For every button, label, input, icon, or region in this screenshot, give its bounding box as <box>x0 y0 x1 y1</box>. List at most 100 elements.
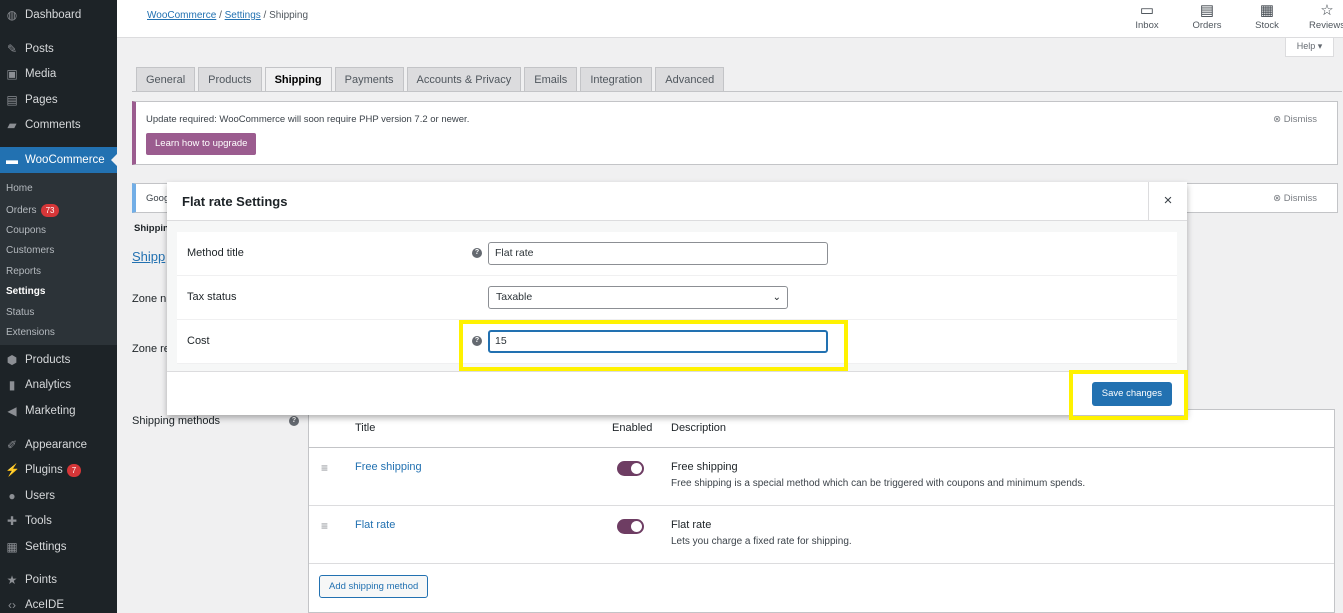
megaphone-icon: ◀ <box>7 404 17 418</box>
star-icon: ★ <box>6 573 18 587</box>
chevron-down-icon: ⌄ <box>772 292 781 303</box>
tax-status-row: Tax status Taxable ⌄ <box>177 276 1177 320</box>
settings-tabs: General Products Shipping Payments Accou… <box>136 67 727 92</box>
method-title-row: Method title ? Flat rate <box>177 232 1177 276</box>
cost-highlight-box <box>459 320 848 371</box>
zone-name-label: Zone n <box>132 293 167 305</box>
shipping-zones-link[interactable]: Shipp <box>132 249 165 264</box>
sidebar-item-appearance[interactable]: ✐ Appearance <box>0 433 117 457</box>
tab-integration[interactable]: Integration <box>580 67 653 92</box>
sidebar-item-dashboard[interactable]: ◍ Dashboard <box>0 3 117 27</box>
breadcrumb-woocommerce[interactable]: WooCommerce <box>147 10 216 21</box>
tab-shipping[interactable]: Shipping <box>264 67 332 92</box>
tab-products[interactable]: Products <box>198 67 262 92</box>
sidebar-item-settings[interactable]: ▦ Settings <box>0 535 117 559</box>
admin-sidebar: ◍ Dashboard ✎ Posts ▣ Media ▤ Pages ▰ Comment… <box>0 0 118 613</box>
help-tip-icon[interactable]: ? <box>289 416 299 426</box>
sidebar-item-aceide[interactable]: ‹› AceIDE <box>0 593 117 613</box>
dashboard-icon: ◍ <box>6 8 18 22</box>
plugin-icon: ⚡ <box>5 463 20 477</box>
dismiss-notice-button[interactable]: ⊗ Dismiss <box>1273 114 1317 125</box>
cost-label: Cost <box>187 335 210 347</box>
code-icon: ‹› <box>8 598 16 612</box>
sidebar-item-tools[interactable]: ✚ Tools <box>0 509 117 533</box>
column-enabled: Enabled <box>612 422 653 434</box>
dismiss-icon: ⊗ <box>1273 193 1284 204</box>
inbox-icon: ▭ <box>1139 2 1155 19</box>
add-shipping-method-button[interactable]: Add shipping method <box>319 575 429 598</box>
inbox-button[interactable]: ▭ Inbox <box>1117 2 1177 31</box>
sidebar-sub-extensions[interactable]: Extensions <box>6 327 55 338</box>
orders-count-badge: 73 <box>40 204 60 217</box>
comment-icon: ▰ <box>7 118 17 132</box>
help-tab[interactable]: Help ▾ <box>1285 38 1334 57</box>
sidebar-submenu-bg <box>0 173 117 345</box>
sidebar-item-products[interactable]: ⬢ Products <box>0 348 117 372</box>
shipping-methods-table: Title Enabled Description ≡ Free shippin… <box>308 409 1335 613</box>
method-link-free-shipping[interactable]: Free shipping <box>355 461 422 473</box>
stock-button[interactable]: ▦ Stock <box>1237 2 1297 31</box>
sidebar-sub-coupons[interactable]: Coupons <box>6 225 46 236</box>
sidebar-item-analytics[interactable]: ▮ Analytics <box>0 373 117 397</box>
orders-button[interactable]: ▤ Orders <box>1177 2 1237 31</box>
media-icon: ▣ <box>6 67 18 81</box>
wrench-icon: ✚ <box>6 514 18 528</box>
tax-status-select[interactable]: Taxable ⌄ <box>488 286 788 309</box>
user-icon: ● <box>8 489 16 503</box>
sidebar-sub-home[interactable]: Home <box>6 183 33 194</box>
tab-general[interactable]: General <box>136 67 196 92</box>
sidebar-sub-settings[interactable]: Settings <box>6 286 45 297</box>
tab-emails[interactable]: Emails <box>524 67 578 92</box>
analytics-icon: ▮ <box>8 378 16 392</box>
help-tip-icon[interactable]: ? <box>472 248 482 258</box>
sidebar-item-comments[interactable]: ▰ Comments <box>0 113 117 137</box>
sidebar-item-pages[interactable]: ▤ Pages <box>0 88 117 112</box>
save-highlight-box <box>1069 370 1188 420</box>
plugins-count-badge: 7 <box>66 463 82 477</box>
sidebar-sub-orders[interactable]: Orders 73 <box>6 204 60 217</box>
sidebar-item-users[interactable]: ● Users <box>0 484 117 508</box>
sidebar-sub-reports[interactable]: Reports <box>6 266 41 277</box>
enabled-toggle[interactable] <box>617 461 644 476</box>
enabled-toggle[interactable] <box>617 519 644 534</box>
breadcrumb-settings[interactable]: Settings <box>225 10 261 21</box>
method-link-flat-rate[interactable]: Flat rate <box>355 519 395 531</box>
drag-handle-icon[interactable]: ≡ <box>321 519 328 533</box>
sidebar-item-woocommerce[interactable]: ▬ WooCommerce <box>0 148 117 172</box>
brush-icon: ✐ <box>6 438 18 452</box>
modal-header: Flat rate Settings × <box>167 182 1187 221</box>
woo-icon: ▬ <box>6 153 18 167</box>
learn-upgrade-button[interactable]: Learn how to upgrade <box>146 133 257 155</box>
pages-icon: ▤ <box>6 93 18 107</box>
drag-handle-icon[interactable]: ≡ <box>321 461 328 475</box>
tabs-divider <box>132 91 1342 92</box>
close-button[interactable]: × <box>1148 182 1187 221</box>
dismiss-icon: ⊗ <box>1273 114 1284 125</box>
modal-footer: Save changes <box>167 371 1187 415</box>
stock-icon: ▦ <box>1259 2 1275 19</box>
tab-advanced[interactable]: Advanced <box>655 67 725 92</box>
flat-rate-settings-modal: Flat rate Settings × Method title ? Flat… <box>167 182 1187 415</box>
sidebar-item-posts[interactable]: ✎ Posts <box>0 37 117 61</box>
sidebar-item-plugins[interactable]: ⚡ Plugins 7 <box>0 458 117 482</box>
sidebar-sub-status[interactable]: Status <box>6 307 34 318</box>
sidebar-item-media[interactable]: ▣ Media <box>0 62 117 86</box>
tab-accounts-privacy[interactable]: Accounts & Privacy <box>406 67 522 92</box>
tab-payments[interactable]: Payments <box>334 67 404 92</box>
sidebar-item-marketing[interactable]: ◀ Marketing <box>0 399 117 423</box>
column-title: Title <box>355 422 376 434</box>
pin-icon: ✎ <box>6 42 18 56</box>
reviews-button[interactable]: ☆ Reviews <box>1297 2 1343 31</box>
dismiss-notice-button[interactable]: ⊗ Dismiss <box>1273 193 1317 204</box>
close-icon: × <box>1163 192 1173 209</box>
orders-icon: ▤ <box>1199 2 1215 19</box>
sidebar-sub-customers[interactable]: Customers <box>6 245 54 256</box>
table-row: ≡ Free shipping Free shipping Free shipp… <box>309 448 1334 506</box>
method-title-label: Method title <box>187 247 244 259</box>
breadcrumb-current: Shipping <box>269 10 309 21</box>
star-icon: ☆ <box>1320 2 1334 19</box>
notice-text: Goog <box>146 193 170 204</box>
sidebar-item-points[interactable]: ★ Points <box>0 568 117 592</box>
method-title-input[interactable]: Flat rate <box>488 242 828 265</box>
zone-regions-label: Zone re <box>132 343 170 355</box>
